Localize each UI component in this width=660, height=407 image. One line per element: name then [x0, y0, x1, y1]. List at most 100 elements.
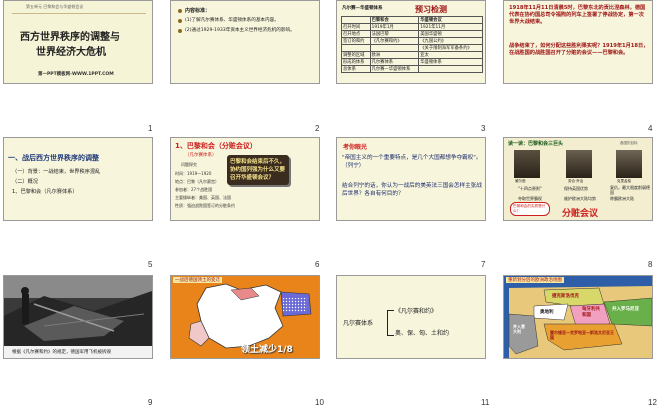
person-name: 威尔逊: [515, 179, 526, 183]
slide-number-2: 2: [315, 124, 320, 133]
table-cell: 形成的体系: [341, 58, 371, 66]
country-label: 并入罗马尼亚: [612, 307, 639, 312]
table-row: 召开时间 1919年1月 1921年11月: [341, 23, 483, 31]
paragraph-2: 战争结束了，如何分配这些胜利果实呢？1919年1月18日，在战胜国的战胜国召开了…: [509, 43, 649, 56]
goal-item: 维护欧洲大陆均势: [564, 196, 596, 201]
question-bubble: 巴黎和会结束后不久，协约国列强为什么又要召开华盛顿会议？: [227, 155, 289, 185]
slide-thumbnail-1[interactable]: 第五单元 巴黎和会与华盛顿会议 西方世界秩序的调整与 世界经济大危机 第一PPT…: [3, 0, 153, 84]
table-cell: 1919年1月: [369, 23, 420, 31]
slide-header: 第五单元 巴黎和会与华盛顿会议: [26, 4, 84, 9]
decorative-divider: [12, 13, 146, 14]
answer-label: 分赃会议: [562, 209, 599, 219]
slide-thumbnail-4[interactable]: 1918年11月11日清晨5时，巴黎东北的贡比涅森林，德国代表在协约国总司令福煦…: [503, 0, 653, 84]
goal-item: 复仇，最大限度削弱德国: [610, 185, 650, 195]
slide-thumbnail-5[interactable]: 一、战后西方世界秩序的调整 （一）背景：一战结束，世界秩序混乱 （二）概况 1、…: [3, 137, 153, 221]
slide-subheading: （凡尔赛体系）: [185, 153, 217, 158]
table-cell: [369, 44, 420, 52]
table-cell: 《关于限制海军军备条约》: [418, 44, 483, 52]
table-row: 形成的体系 凡尔赛体系 华盛顿体系: [341, 58, 483, 66]
slide-number-8: 8: [648, 260, 653, 269]
slide-thumbnail-3[interactable]: 凡尔赛—华盛顿体系 预习检测 巴黎和会 华盛顿会议 召开时间 1919年1月 1921年…: [336, 0, 486, 84]
content-item: （二）概况: [12, 179, 38, 185]
table-cell: 召开地点: [341, 30, 371, 38]
photo-caption: 根据《凡尔赛和约》的规定，德国军用飞机被拆毁: [12, 350, 111, 355]
table-row: 签订的和约 《凡尔赛和约》 《九国公约》: [341, 37, 483, 45]
slide-thumbnail-6[interactable]: 1、巴黎和会（分赃会议） （凡尔赛体系） 问题探究 时间：1919—1920 地…: [170, 137, 320, 221]
slide-title-line1: 西方世界秩序的调整与: [20, 32, 120, 43]
slide-number-11: 11: [481, 398, 490, 407]
table-cell: 签订的和约: [341, 37, 371, 45]
slide-thumbnail-11[interactable]: 凡尔赛体系 《凡尔赛和约》 奥、保、匈、土和约: [336, 275, 486, 359]
slide-heading: 考你眼光: [343, 144, 368, 151]
table-cell: [418, 65, 483, 73]
country-label: 匈牙利共和国: [582, 307, 600, 318]
portrait-clemenceau: [616, 150, 642, 178]
country-label: 奥地利: [540, 310, 554, 315]
table-cell: 1921年11月: [418, 23, 483, 31]
content-line: 地点：巴黎（凡尔赛宫）: [175, 179, 219, 184]
slide-number-6: 6: [315, 260, 320, 269]
table-row: 《关于限制海军军备条约》: [341, 44, 483, 52]
paragraph-1: 1918年11月11日清晨5时，巴黎东北的贡比涅森林，德国代表在协约国总司令福煦…: [509, 5, 646, 25]
slide-heading: 一、战后西方世界秩序的调整: [8, 154, 99, 162]
portrait-lloyd-george: [566, 150, 592, 178]
table-cell: 美国华盛顿: [418, 30, 483, 38]
question-paragraph: 结合列宁的话，你认为一战后的美英法三国会怎样主张战后世界？各自有何目的？: [342, 183, 482, 197]
table-row: 召开地点 法国巴黎 美国华盛顿: [341, 30, 483, 38]
question-bubble: 巴黎和会的实质是什么？: [510, 202, 550, 216]
table-cell: 总体系: [341, 65, 371, 73]
table-cell: 欧洲: [369, 51, 420, 59]
table-cell: [341, 44, 371, 52]
content-item: (2)通过1929-1933年资本主义世界经济危机的影响。: [185, 28, 295, 33]
slide-number-9: 9: [148, 398, 153, 407]
table-cell: 华盛顿体系: [418, 58, 483, 66]
content-item: (1)了解凡尔赛体系、华盛顿体系的基本内容。: [185, 18, 279, 23]
slide-heading: 1、巴黎和会（分赃会议）: [175, 142, 257, 150]
goal-item: "十四点原则": [518, 186, 542, 191]
portrait-wilson: [514, 150, 540, 178]
slide-thumbnail-9[interactable]: 根据《凡尔赛和约》的规定，德国军用飞机被拆毁: [3, 275, 153, 359]
map-label: 领土减少1/8: [241, 345, 293, 355]
comparison-table: 巴黎和会 华盛顿会议 召开时间 1919年1月 1921年11月 召开地点 法国巴黎 美国华盛…: [341, 16, 483, 73]
person-name: 克里孟梭: [617, 179, 631, 183]
goal-item: 保持英国优势: [564, 186, 588, 191]
goal-item: 称霸欧洲大陆: [610, 196, 634, 201]
content-line: 问题探究: [181, 162, 197, 167]
slide-thumbnail-8[interactable]: 读一读：巴黎和会三巨头 各国的目标 威尔逊 劳合·乔治 克里孟梭 "十四点原则"…: [503, 137, 653, 221]
content-item: 1、巴黎和会（凡尔赛体系）: [12, 189, 78, 195]
table-cell: 凡尔赛—华盛顿体系: [369, 65, 420, 73]
slide-thumbnail-10[interactable]: 一战后德国领土的变迁 领土减少1/8: [170, 275, 320, 359]
bullet-icon: [178, 9, 182, 13]
content-line: 参加者：27个战胜国: [175, 187, 213, 192]
table-cell: 亚太: [418, 51, 483, 59]
slide-thumbnail-7[interactable]: 考你眼光 "帝国主义的一个重要特点，是几个大国都想争夺霸权"。（列宁） 结合列宁…: [336, 137, 486, 221]
slide-tag: 各国的目标: [620, 141, 638, 145]
table-cell: 巴黎和会: [369, 16, 420, 24]
content-line: 主要操纵者：美国、英国、法国: [175, 195, 231, 200]
table-cell: [341, 16, 371, 24]
person-name: 劳合·乔治: [568, 179, 584, 183]
bullet-icon: [178, 19, 182, 23]
slide-thumbnail-12[interactable]: 重新划分后的欧洲政治地图 捷克斯洛伐克 奥地利 匈牙利共和国 并入罗马尼亚 并入…: [503, 275, 653, 359]
slide-tag: 凡尔赛—华盛顿体系: [342, 6, 383, 11]
slide-title-line2: 世界经济大危机: [36, 47, 106, 58]
slide-number-1: 1: [148, 124, 153, 133]
table-cell: 法国巴黎: [369, 30, 420, 38]
slide-number-4: 4: [648, 124, 653, 133]
table-cell: 华盛顿会议: [418, 16, 483, 24]
table-cell: 《凡尔赛和约》: [369, 37, 420, 45]
table-cell: 凡尔赛体系: [369, 58, 420, 66]
bracket-line: [387, 310, 394, 336]
content-item: （一）背景：一战结束，世界秩序混乱: [12, 169, 101, 175]
table-cell: 调整的区域: [341, 51, 371, 59]
bullet-icon: [178, 29, 182, 33]
slide-heading: 预习检测: [415, 5, 447, 14]
slide-thumbnail-2[interactable]: 内容标准： (1)了解凡尔赛体系、华盛顿体系的基本内容。 (2)通过1929-1…: [170, 0, 320, 84]
slide-heading: 读一读：巴黎和会三巨头: [508, 141, 564, 147]
treaty-item: 奥、保、匈、土和约: [395, 330, 450, 337]
slide-number-5: 5: [148, 260, 153, 269]
treaty-item: 《凡尔赛和约》: [395, 308, 438, 315]
system-label: 凡尔赛体系: [343, 320, 374, 327]
table-row: 巴黎和会 华盛顿会议: [341, 16, 483, 24]
europe-political-map: [508, 286, 652, 358]
